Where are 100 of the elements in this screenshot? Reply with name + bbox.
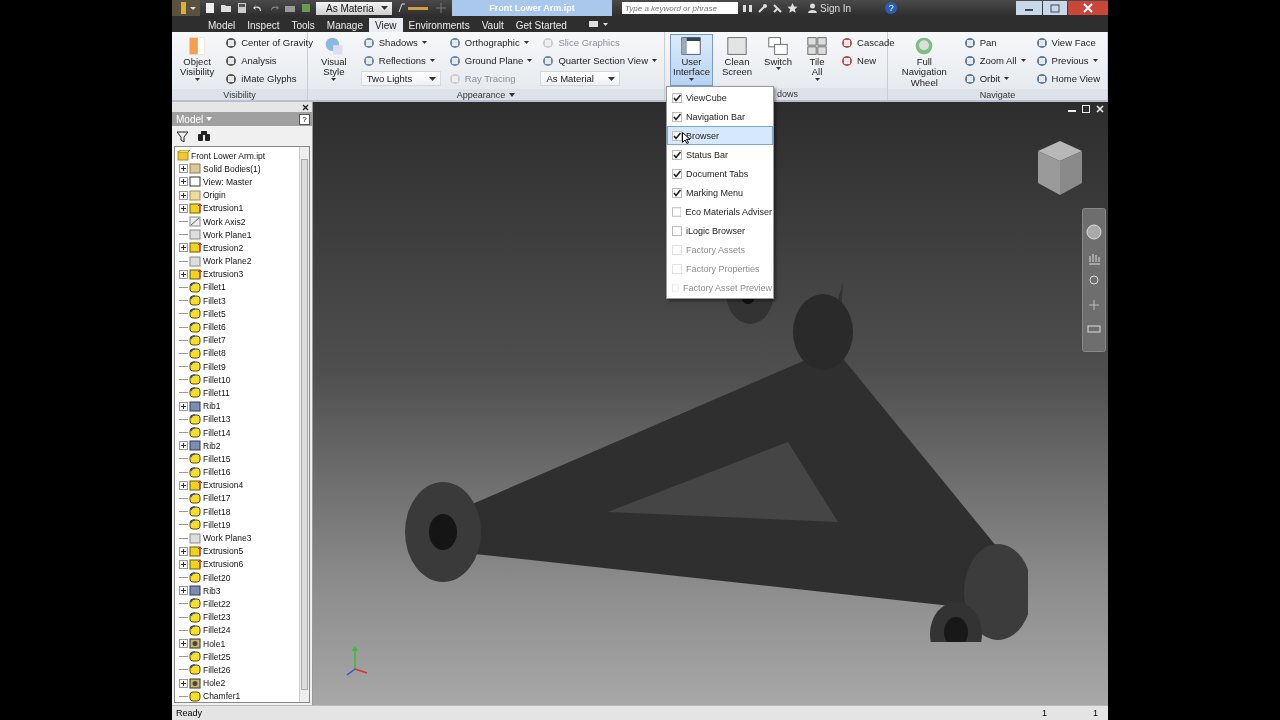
ribbon-button[interactable]: Quarter Section View <box>540 52 659 69</box>
panel-toggle-icon[interactable] <box>588 20 609 28</box>
search-field[interactable]: Type a keyword or phrase <box>622 2 738 14</box>
tree-item[interactable]: Fillet10 <box>203 374 231 385</box>
application-menu-button[interactable] <box>172 0 200 16</box>
menu-item[interactable]: Browser <box>667 126 773 145</box>
tree-item[interactable]: Fillet3 <box>203 295 226 306</box>
ribbon-button[interactable]: Zoom All <box>961 52 1028 69</box>
material-dropdown[interactable]: As Materia <box>316 1 392 15</box>
tree-item[interactable]: Hole2 <box>203 678 226 689</box>
tree-item[interactable]: Fillet25 <box>203 651 231 662</box>
menu-item[interactable]: Eco Materials Adviser <box>667 202 773 221</box>
expand-icon[interactable] <box>179 559 188 569</box>
tree-item[interactable]: Fillet22 <box>203 598 231 609</box>
ribbon-button[interactable]: Clean Screen <box>718 34 756 86</box>
checkbox[interactable] <box>672 168 682 179</box>
ribbon-tab[interactable]: Environments <box>402 18 476 32</box>
tree-item[interactable]: Hole1 <box>203 638 226 649</box>
tree-item[interactable]: Front Lower Arm.ipt <box>191 150 266 161</box>
checkbox[interactable] <box>672 149 682 160</box>
ribbon-button[interactable]: iMate Glyphs <box>223 70 315 87</box>
ribbon-button[interactable]: Visual Style <box>313 34 355 86</box>
ribbon-button[interactable]: Orthographic <box>446 34 535 51</box>
tree-item[interactable]: Fillet20 <box>203 572 231 583</box>
ribbon-button[interactable]: User Interface <box>670 34 713 86</box>
tree-item[interactable]: Extrusion3 <box>203 269 244 280</box>
ribbon-button[interactable]: Pan <box>961 34 1028 51</box>
ribbon-button[interactable]: Center of Gravity <box>223 34 315 51</box>
filter-icon[interactable] <box>177 130 188 142</box>
tree-item[interactable]: Extrusion1 <box>203 203 244 214</box>
tree-item[interactable]: Extrusion6 <box>203 559 244 570</box>
ribbon-button[interactable]: Cascade <box>839 34 897 51</box>
tree-item[interactable]: Chamfer1 <box>203 691 241 702</box>
help-button[interactable]: ? <box>299 113 310 125</box>
star-icon[interactable] <box>787 3 798 13</box>
help-button[interactable]: ? <box>885 2 898 14</box>
minimize-icon[interactable] <box>1016 1 1042 15</box>
menu-item[interactable]: Status Bar <box>667 145 773 164</box>
caret-icon[interactable] <box>509 92 516 97</box>
tree-item[interactable]: Fillet26 <box>203 664 231 675</box>
menu-item[interactable]: Document Tabs <box>667 164 773 183</box>
expand-icon[interactable] <box>179 480 188 490</box>
dropdown[interactable]: Two Lights <box>360 71 441 86</box>
checkbox[interactable] <box>672 206 682 217</box>
tree-item[interactable]: Rib2 <box>203 440 221 451</box>
expand-icon[interactable] <box>179 401 188 411</box>
viewport[interactable] <box>313 102 1108 705</box>
ribbon-tab[interactable]: View <box>369 18 403 32</box>
ribbon-button[interactable]: Object Visibility <box>177 34 218 86</box>
ribbon-button[interactable]: Analysis <box>223 52 315 69</box>
tree-item[interactable]: Fillet18 <box>203 506 231 517</box>
tree-item[interactable]: Fillet15 <box>203 453 231 464</box>
ribbon-button[interactable]: View Face <box>1033 34 1102 51</box>
tree-item[interactable]: Rib3 <box>203 585 221 596</box>
ribbon-button[interactable]: Previous <box>1033 52 1102 69</box>
expand-icon[interactable] <box>179 177 188 187</box>
tree-item[interactable]: Extrusion2 <box>203 242 244 253</box>
ribbon-button[interactable]: Orbit <box>961 70 1028 87</box>
tree-item[interactable]: Work Plane3 <box>203 533 252 544</box>
tree-item[interactable]: Fillet19 <box>203 519 231 530</box>
tree-item[interactable]: Origin <box>203 190 226 201</box>
tree-item[interactable]: Fillet17 <box>203 493 231 504</box>
ribbon-button[interactable]: New <box>839 52 897 69</box>
expand-icon[interactable] <box>179 639 188 649</box>
ribbon-button[interactable]: Ground Plane <box>446 52 535 69</box>
ribbon-tab[interactable]: Tools <box>285 18 321 32</box>
tree-item[interactable]: Extrusion5 <box>203 546 244 557</box>
expand-icon[interactable] <box>179 678 188 688</box>
checkbox[interactable] <box>672 130 682 141</box>
dropdown[interactable]: As Material <box>540 71 621 86</box>
menu-item[interactable]: iLogic Browser <box>667 221 773 240</box>
tree-item[interactable]: Work Axis2 <box>203 216 246 227</box>
expand-icon[interactable] <box>179 243 188 253</box>
checkbox[interactable] <box>672 187 682 198</box>
menu-item[interactable]: Navigation Bar <box>667 107 773 126</box>
sign-in-button[interactable]: Sign In <box>802 2 858 14</box>
tree-item[interactable]: Fillet24 <box>203 625 231 636</box>
ribbon-button[interactable]: Reflections <box>360 52 441 69</box>
tree-item[interactable]: Fillet7 <box>203 335 226 346</box>
save-icon[interactable] <box>236 2 248 14</box>
expand-icon[interactable] <box>179 441 188 451</box>
tree-item[interactable]: Fillet9 <box>203 361 226 372</box>
tree-item[interactable]: Fillet13 <box>203 414 231 425</box>
new-file-icon[interactable] <box>204 2 216 14</box>
wrench-icon[interactable] <box>757 3 768 13</box>
ribbon-tab[interactable]: Inspect <box>241 18 286 32</box>
tree-item[interactable]: Fillet23 <box>203 612 231 623</box>
ribbon-tab[interactable]: Model <box>202 18 242 32</box>
checkbox[interactable] <box>672 92 682 103</box>
tree-item[interactable]: View: Master <box>203 176 252 187</box>
ribbon-tab[interactable]: Vault <box>475 18 510 32</box>
ribbon-tab[interactable]: Get Started <box>509 18 573 32</box>
expand-icon[interactable] <box>179 190 188 200</box>
expand-icon[interactable] <box>179 586 188 596</box>
ribbon-tab[interactable]: Manage <box>320 18 369 32</box>
tree-item[interactable]: Rib1 <box>203 401 221 412</box>
tree-item[interactable]: Fillet1 <box>203 282 226 293</box>
tree-item[interactable]: Fillet8 <box>203 348 226 359</box>
ribbon-button[interactable]: Shadows <box>360 34 441 51</box>
checkbox[interactable] <box>672 111 682 122</box>
